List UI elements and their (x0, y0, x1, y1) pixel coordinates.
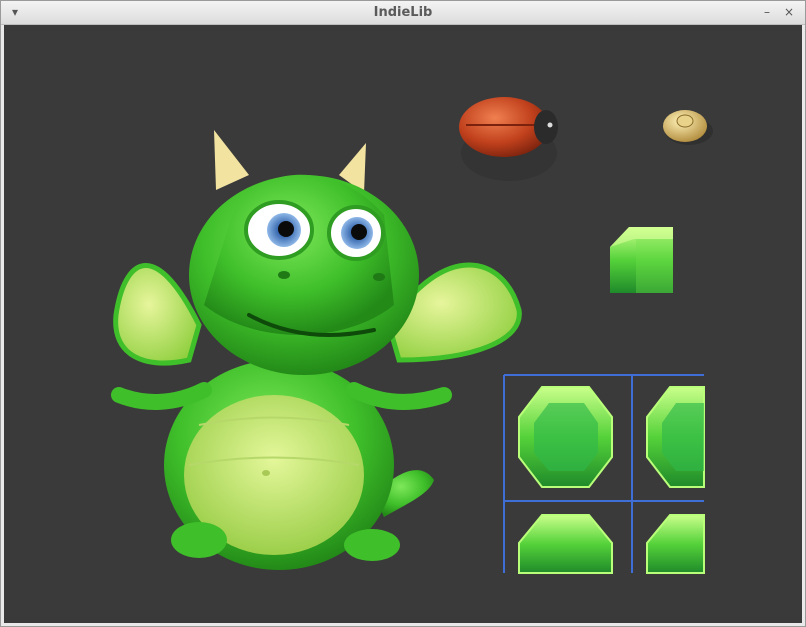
game-canvas[interactable] (4, 25, 802, 623)
window-title: IndieLib (373, 5, 433, 20)
green-block-sprite (610, 227, 673, 293)
title-bar[interactable]: ▾ IndieLib – × (1, 1, 805, 25)
close-icon[interactable]: × (781, 4, 797, 20)
scene-svg (111, 97, 713, 574)
gold-ufo-sprite (663, 110, 713, 145)
green-gem-tile-sheet (503, 374, 705, 574)
app-window: ▾ IndieLib – × (0, 0, 806, 627)
red-beetle-sprite (459, 97, 558, 181)
green-dragon-sprite (111, 130, 522, 570)
minimize-icon[interactable]: – (759, 4, 775, 20)
